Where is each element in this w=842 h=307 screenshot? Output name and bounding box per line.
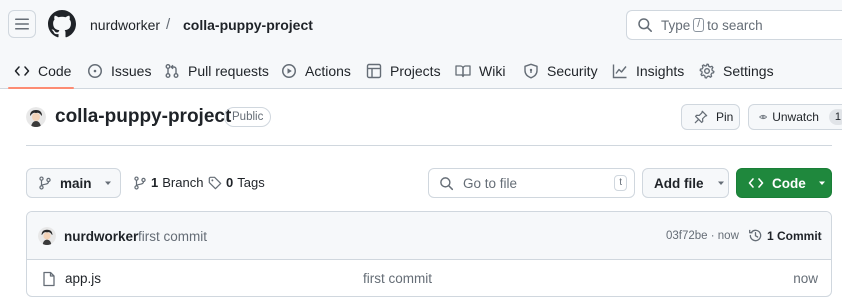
tag-count: 0: [226, 175, 234, 190]
tag-count-label: Tags: [237, 175, 265, 190]
commit-message[interactable]: first commit: [138, 229, 207, 244]
latest-commit-row: nurdworker first commit 03f72be · now 1 …: [27, 212, 831, 260]
commit-sha-time[interactable]: 03f72be · now: [666, 230, 739, 242]
triangle-down-icon: [818, 181, 825, 185]
tab-issues[interactable]: Issues: [87, 52, 151, 89]
global-search-input[interactable]: Type / to search: [626, 10, 842, 40]
commits-history-link[interactable]: 1 Commit: [748, 228, 822, 243]
tab-settings[interactable]: Settings: [699, 52, 774, 89]
file-table: nurdworker first commit 03f72be · now 1 …: [26, 211, 832, 297]
repo-title[interactable]: colla-puppy-project: [55, 106, 231, 128]
tab-label: Wiki: [479, 62, 506, 79]
branch-count-label: Branch: [162, 175, 204, 190]
pin-label: Pin: [716, 110, 734, 124]
triangle-down-icon: [104, 181, 111, 185]
watch-count: 1: [828, 109, 842, 125]
go-to-file-input[interactable]: Go to file t: [428, 168, 635, 198]
tab-label: Code: [38, 62, 72, 79]
file-commit-time: now: [793, 271, 818, 286]
hamburger-icon: [15, 18, 29, 30]
table-row[interactable]: app.js first commit now: [27, 261, 831, 296]
breadcrumb-separator: /: [166, 16, 171, 33]
shield-icon: [524, 63, 538, 78]
branch-name: main: [60, 175, 92, 191]
tag-icon: [208, 176, 222, 189]
tab-label: Issues: [111, 62, 152, 79]
code-icon: [14, 65, 30, 76]
avatar[interactable]: [38, 227, 56, 245]
search-icon: [638, 18, 652, 32]
book-icon: [455, 64, 471, 77]
search-shortcut-key: /: [693, 18, 705, 32]
branch-count: 1: [151, 175, 159, 190]
go-to-file-shortcut: t: [614, 175, 627, 191]
breadcrumb-repo[interactable]: colla-puppy-project: [183, 17, 313, 33]
avatar[interactable]: [26, 107, 46, 127]
repo-nav-tabs: Code Issues Pull requests Actions Projec…: [0, 52, 842, 89]
git-branch-icon: [39, 176, 51, 190]
tab-label: Actions: [305, 62, 351, 79]
file-commit-message[interactable]: first commit: [363, 271, 432, 286]
eye-icon: [759, 114, 768, 120]
code-button[interactable]: Code: [736, 168, 832, 198]
tab-label: Pull requests: [188, 62, 269, 79]
pin-button[interactable]: Pin: [681, 104, 740, 130]
breadcrumb-owner[interactable]: nurdworker: [90, 17, 160, 33]
branch-select-button[interactable]: main: [26, 168, 121, 198]
tab-code[interactable]: Code: [14, 52, 71, 89]
search-icon: [440, 176, 454, 190]
add-file-button[interactable]: Add file: [642, 168, 729, 198]
global-header: nurdworker / colla-puppy-project Type / …: [0, 0, 842, 89]
tags-link[interactable]: 0 Tags: [208, 175, 265, 190]
code-button-label: Code: [772, 175, 806, 191]
play-icon: [282, 63, 296, 78]
branches-link[interactable]: 1 Branch: [133, 175, 203, 190]
tab-label: Projects: [390, 62, 441, 79]
visibility-badge: Public: [224, 107, 272, 127]
table-icon: [366, 63, 382, 78]
search-suffix: to search: [707, 17, 763, 33]
gear-icon: [699, 63, 715, 79]
search-prefix: Type: [661, 17, 691, 33]
file-name-link[interactable]: app.js: [65, 271, 101, 286]
tab-label: Settings: [723, 62, 774, 79]
tab-actions[interactable]: Actions: [281, 52, 351, 89]
add-file-label: Add file: [654, 175, 704, 191]
tab-label: Security: [547, 62, 598, 79]
unwatch-label: Unwatch: [772, 110, 819, 124]
tab-pull-requests[interactable]: Pull requests: [164, 52, 269, 89]
go-to-file-placeholder: Go to file: [463, 175, 518, 191]
triangle-down-icon: [717, 181, 724, 185]
tab-projects[interactable]: Projects: [366, 52, 441, 89]
history-icon: [749, 229, 762, 242]
code-icon: [748, 178, 764, 188]
github-mark-icon[interactable]: [48, 10, 76, 38]
tab-label: Insights: [636, 62, 685, 79]
menu-button[interactable]: [8, 10, 36, 38]
selected-tab-indicator: [8, 87, 74, 89]
tab-wiki[interactable]: Wiki: [455, 52, 505, 89]
commit-author[interactable]: nurdworker: [64, 229, 138, 244]
divider: [26, 145, 832, 146]
commit-count-label: 1 Commit: [767, 228, 822, 243]
tab-insights[interactable]: Insights: [612, 52, 684, 89]
graph-icon: [612, 64, 627, 78]
git-branch-icon: [134, 175, 146, 190]
file-icon: [43, 271, 55, 287]
git-pull-request-icon: [165, 63, 179, 78]
pin-icon: [694, 110, 708, 124]
unwatch-button[interactable]: Unwatch 1: [748, 104, 842, 130]
tab-security[interactable]: Security: [523, 52, 598, 89]
issue-opened-icon: [88, 63, 102, 78]
